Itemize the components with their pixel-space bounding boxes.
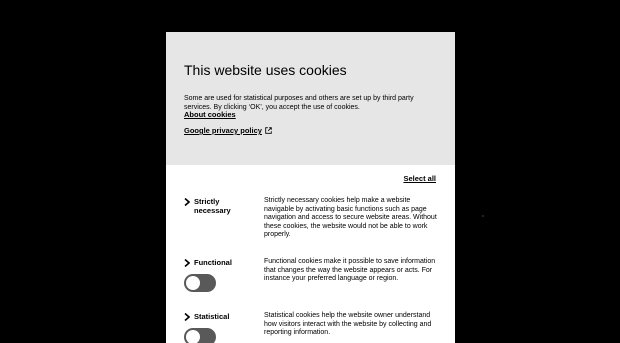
category-label: Statistical [194, 312, 230, 321]
cookie-dialog: This website uses cookies Some are used … [166, 32, 455, 343]
category-toggle-functional[interactable]: Functional [184, 258, 246, 267]
category-description: Strictly necessary cookies help make a w… [264, 197, 437, 239]
switch-knob [186, 330, 200, 343]
chevron-right-icon [184, 259, 190, 267]
select-all-link[interactable]: Select all [403, 174, 436, 183]
chevron-right-icon [184, 313, 190, 321]
category-description: Statistical cookies help the website own… [264, 312, 432, 337]
google-privacy-policy-label: Google privacy policy [184, 126, 262, 135]
category-toggle-strictly-necessary[interactable]: Strictly necessary [184, 197, 246, 215]
about-cookies-link[interactable]: About cookies [184, 110, 236, 119]
chevron-right-icon [184, 198, 190, 206]
category-label: Strictly necessary [194, 197, 231, 215]
statistical-cookies-switch[interactable] [184, 328, 216, 343]
category-description: Functional cookies make it possible to s… [264, 258, 436, 283]
external-link-icon [265, 127, 272, 134]
category-toggle-statistical[interactable]: Statistical [184, 312, 246, 321]
switch-knob [186, 276, 200, 290]
category-label: Functional [194, 258, 232, 267]
google-privacy-policy-link[interactable]: Google privacy policy [184, 126, 272, 135]
dialog-title: This website uses cookies [184, 62, 347, 78]
functional-cookies-switch[interactable] [184, 274, 216, 292]
stray-dot [482, 215, 484, 217]
